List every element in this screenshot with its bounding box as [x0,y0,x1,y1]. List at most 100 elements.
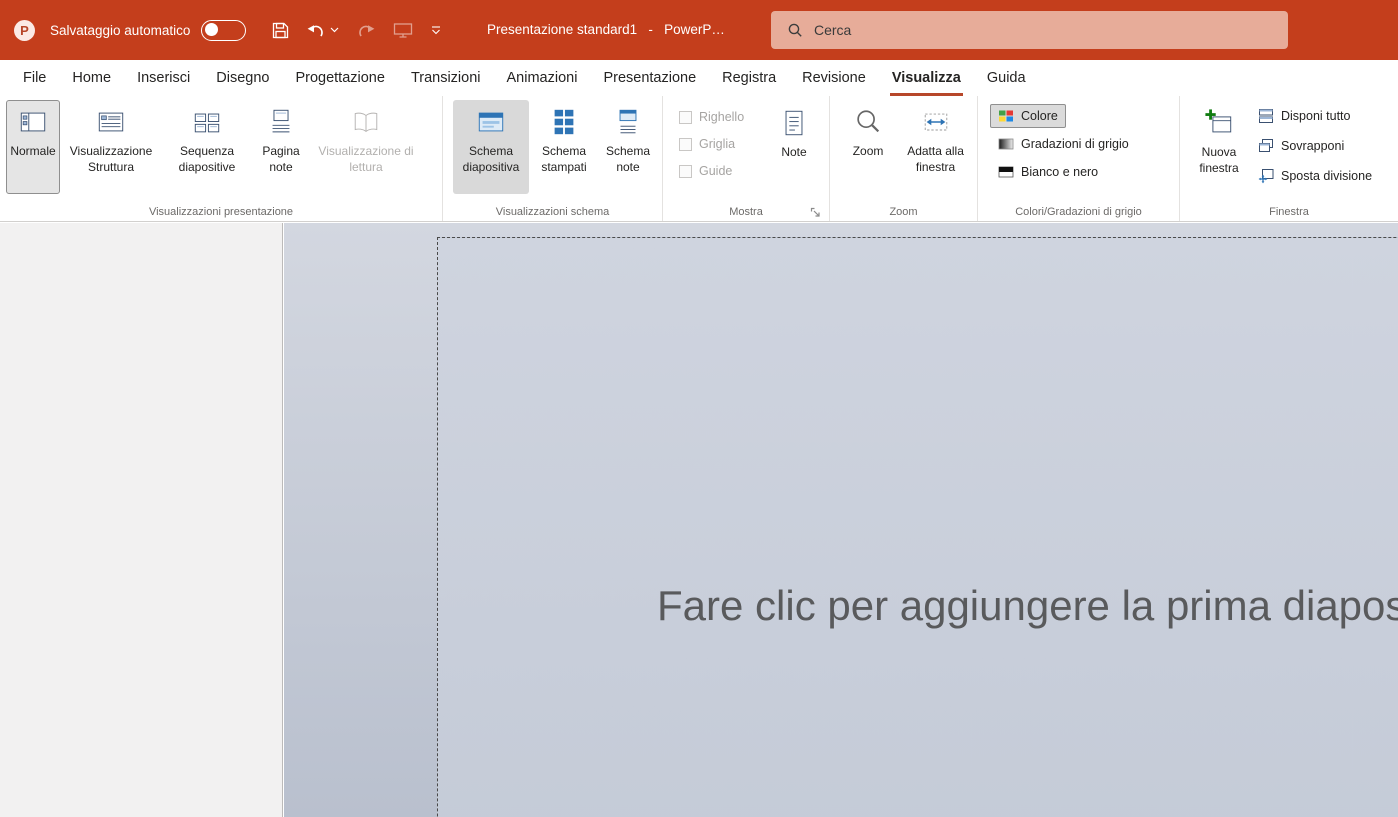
slide-sorter-icon [192,107,222,137]
zoom-button-label: Zoom [853,143,884,159]
workspace: Fare clic per aggiungere la prima diapos… [0,223,1398,817]
group-label-color-grayscale: Colori/Gradazioni di grigio [978,206,1179,218]
grayscale-button-label: Gradazioni di grigio [1021,137,1129,151]
move-split-label: Sposta divisione [1281,169,1372,183]
reading-view-icon [351,107,381,137]
slide-master-label: Schema diapositiva [454,143,528,175]
cascade-icon [1258,138,1274,154]
ruler-checkbox-box [679,111,692,124]
slide-sorter-button[interactable]: Sequenza diapositive [162,100,252,194]
slide-master-icon [476,107,506,137]
black-and-white-button[interactable]: Bianco e nero [990,160,1106,184]
tab-registra[interactable]: Registra [709,60,789,96]
group-label-presentation-views: Visualizzazioni presentazione [0,206,442,218]
outline-view-button[interactable]: Visualizzazione Struttura [60,100,162,194]
grayscale-button[interactable]: Gradazioni di grigio [990,132,1137,156]
powerpoint-logo-icon[interactable]: P [12,18,37,43]
outline-view-icon [96,107,126,137]
notes-button[interactable]: Note [771,101,817,195]
new-window-icon [1204,108,1234,138]
tab-disegno[interactable]: Disegno [203,60,282,96]
slide-canvas[interactable]: Fare clic per aggiungere la prima diapos… [437,237,1398,817]
black-and-white-icon [998,164,1014,180]
notes-master-icon [613,107,643,137]
redo-icon [357,23,375,38]
normal-view-label: Normale [10,143,55,159]
title-bar: P Salvataggio automatico Presentazione s… [0,0,1398,60]
group-label-window: Finestra [1180,206,1398,218]
group-label-zoom: Zoom [830,206,977,218]
black-and-white-button-label: Bianco e nero [1021,165,1098,179]
undo-icon[interactable] [307,23,325,38]
color-button[interactable]: Colore [990,104,1066,128]
tab-home[interactable]: Home [59,60,124,96]
color-icon [998,108,1014,124]
fit-to-window-label: Adatta alla finestra [895,143,976,175]
tab-guida[interactable]: Guida [974,60,1039,96]
slide-placeholder-text[interactable]: Fare clic per aggiungere la prima diapos… [657,582,1398,630]
tab-presentazione[interactable]: Presentazione [590,60,709,96]
tab-progettazione[interactable]: Progettazione [282,60,397,96]
cascade-button[interactable]: Sovrapponi [1250,134,1352,158]
handout-master-label: Schema stampati [530,143,598,175]
slide-master-button[interactable]: Schema diapositiva [453,100,529,194]
reading-view-label: Visualizzazione di lettura [311,143,421,175]
group-color-grayscale: Colore Gradazioni di grigio Bianco e ner… [978,96,1180,221]
group-label-master-views: Visualizzazioni schema [443,206,662,218]
arrange-all-button[interactable]: Disponi tutto [1250,104,1358,128]
tab-visualizza[interactable]: Visualizza [879,60,974,96]
zoom-magnifier-icon [853,107,883,137]
tab-animazioni[interactable]: Animazioni [494,60,591,96]
cascade-label: Sovrapponi [1281,139,1344,153]
fit-to-window-button[interactable]: Adatta alla finestra [894,100,977,194]
handout-master-button[interactable]: Schema stampati [529,100,599,194]
search-placeholder: Cerca [814,22,851,38]
zoom-button[interactable]: Zoom [842,100,894,194]
outline-view-label: Visualizzazione Struttura [61,143,161,175]
ribbon: Normale Visualizzazione Struttura Sequen… [0,96,1398,222]
arrange-all-icon [1258,108,1274,124]
ruler-checkbox-label: Righello [699,110,744,124]
new-window-button[interactable]: Nuova finestra [1190,101,1248,195]
handout-master-icon [549,107,579,137]
slide-editor-area: Fare clic per aggiungere la prima diapos… [284,223,1398,817]
grayscale-icon [998,136,1014,152]
undo-dropdown-chevron-icon[interactable] [330,27,339,33]
group-master-views: Schema diapositiva Schema stampati Schem… [443,96,663,221]
gridlines-checkbox-box [679,138,692,151]
color-button-label: Colore [1021,109,1058,123]
tab-revisione[interactable]: Revisione [789,60,879,96]
tab-transizioni[interactable]: Transizioni [398,60,494,96]
search-box[interactable]: Cerca [771,11,1288,49]
fit-to-window-icon [921,107,951,137]
notes-icon [779,108,809,138]
gridlines-checkbox-label: Griglia [699,137,735,151]
move-split-button[interactable]: Sposta divisione [1250,164,1380,188]
start-slideshow-icon [393,22,413,39]
search-icon [787,22,803,38]
autosave-toggle-knob [205,23,218,36]
autosave-label: Salvataggio automatico [50,23,190,38]
guides-checkbox-box [679,165,692,178]
group-show: Righello Griglia Guide Note Mostra [663,96,830,221]
document-title: Presentazione standard1 - PowerP… [487,0,725,60]
tab-inserisci[interactable]: Inserisci [124,60,203,96]
customize-quick-access-chevron-icon[interactable] [431,26,441,35]
guides-checkbox-label: Guide [699,164,732,178]
notes-master-button[interactable]: Schema note [599,100,657,194]
group-zoom: Zoom Adatta alla finestra Zoom [830,96,978,221]
new-window-label: Nuova finestra [1191,144,1247,176]
tab-file[interactable]: File [10,60,59,96]
notes-page-button[interactable]: Pagina note [252,100,310,194]
notes-button-label: Note [781,144,806,160]
slide-thumbnails-pane[interactable] [0,223,283,817]
svg-text:P: P [20,23,29,38]
save-icon[interactable] [272,22,289,39]
group-window: Nuova finestra Disponi tutto Sovrapponi … [1180,96,1398,221]
normal-view-button[interactable]: Normale [6,100,60,194]
notes-master-label: Schema note [600,143,656,175]
notes-page-icon [266,107,296,137]
group-label-show: Mostra [663,206,829,218]
autosave-toggle[interactable] [201,20,246,41]
group-presentation-views: Normale Visualizzazione Struttura Sequen… [0,96,443,221]
